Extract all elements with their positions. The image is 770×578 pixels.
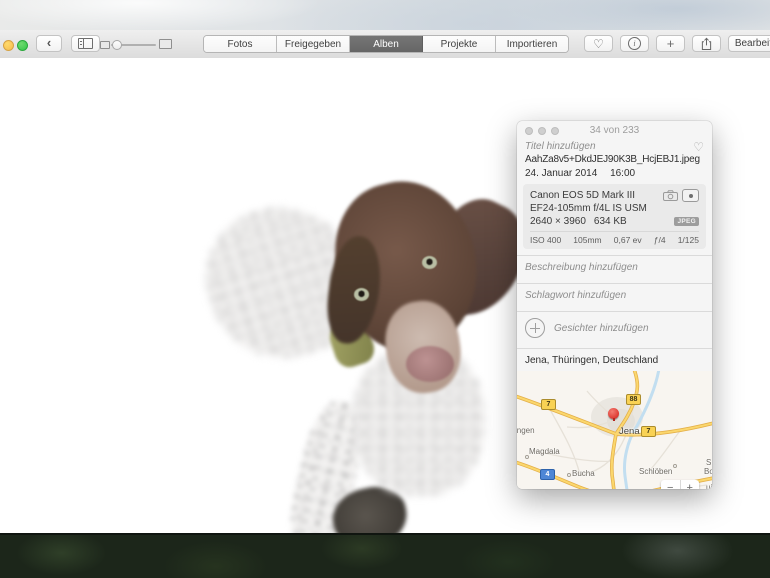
tab-alben[interactable]: Alben (350, 36, 423, 52)
thumbnail-zoom-slider[interactable] (100, 38, 172, 50)
capture-time: 16:00 (610, 168, 636, 179)
dog-eye (422, 256, 437, 269)
desktop-wallpaper-sky (0, 0, 770, 30)
tab-fotos[interactable]: Fotos (204, 36, 277, 52)
map-label: Bo (704, 467, 712, 476)
map-city-label: Jena (619, 426, 640, 437)
map-label: ui (706, 483, 712, 489)
faces-row[interactable]: Gesichter hinzufügen (517, 311, 712, 343)
info-icon: i (628, 37, 641, 50)
add-faces-icon[interactable] (525, 318, 545, 338)
tab-projekte[interactable]: Projekte (423, 36, 496, 52)
location-map[interactable]: ingen Magdala Bucha Schlöben Laasdorf S … (517, 371, 712, 489)
exif-ev: 0,67 ev (613, 235, 642, 245)
camera-model: Canon EOS 5D Mark III (530, 190, 636, 201)
capture-datetime: 24. Januar 2014 16:00 (517, 166, 712, 184)
exif-shutter: 1/125 (677, 235, 699, 245)
split-view-icon (78, 38, 93, 49)
photos-app-window: ‹ Fotos Freigegeben Alben Projekte Impor… (0, 30, 770, 578)
large-thumbnails-icon (159, 39, 172, 49)
favorite-button[interactable]: ♡ (584, 35, 613, 52)
camera-info-card: Canon EOS 5D Mark III EF24-105mm f/4L IS… (523, 184, 706, 249)
keyword-field[interactable]: Schlagwort hinzufügen (525, 290, 626, 301)
road-shield: 7 (541, 399, 556, 410)
exif-row: ISO 400 105mm 0,67 ev ƒ/4 1/125 (530, 231, 699, 245)
format-badge: JPEG (674, 217, 699, 226)
map-zoom-out-button[interactable]: − (661, 480, 681, 489)
filename: AahZa8v5+DkdJEJ90K3B_HcjEBJ1.jpeg (525, 154, 700, 165)
road-shield: 4 (540, 469, 555, 480)
exif-aperture: ƒ/4 (653, 235, 666, 245)
info-panel-header[interactable]: 34 von 233 (517, 121, 712, 138)
map-town-dot (673, 464, 677, 468)
road-shield: 7 (641, 426, 656, 437)
edit-button[interactable]: Bearbeiten (728, 35, 770, 52)
image-dimensions: 2640 × 3960 (530, 216, 586, 227)
add-button[interactable]: + (656, 35, 685, 52)
map-label: ingen (517, 426, 535, 435)
map-label: Magdala (529, 447, 560, 456)
map-zoom-in-button[interactable]: + (681, 480, 700, 489)
share-icon (701, 37, 712, 50)
file-size: 634 KB (593, 216, 627, 227)
lens-info-button[interactable] (682, 189, 699, 202)
camera-icon (663, 190, 678, 201)
view-segmented-control: Fotos Freigegeben Alben Projekte Importi… (203, 35, 569, 53)
toolbar: ‹ Fotos Freigegeben Alben Projekte Impor… (0, 30, 770, 59)
traffic-light-zoom[interactable] (17, 40, 28, 51)
traffic-light-minimize[interactable] (3, 40, 14, 51)
faces-field: Gesichter hinzufügen (554, 322, 649, 334)
lens-model: EF24-105mm f/4L IS USM (530, 203, 647, 214)
capture-date: 24. Januar 2014 (525, 168, 598, 179)
tab-freigegeben[interactable]: Freigegeben (277, 36, 350, 52)
map-label: S (706, 458, 712, 467)
tab-importieren[interactable]: Importieren (496, 36, 568, 52)
dog-photo (188, 88, 543, 533)
photo-counter: 34 von 233 (589, 125, 640, 136)
chevron-left-icon: ‹ (46, 35, 52, 50)
split-view-button[interactable] (71, 35, 100, 52)
slider-thumb[interactable] (112, 39, 122, 50)
info-button[interactable]: i (620, 35, 649, 52)
dog-eye (354, 288, 369, 301)
exif-focal: 105mm (573, 235, 602, 245)
location-text: Jena, Thüringen, Deutschland (525, 355, 659, 366)
plus-icon: + (666, 36, 675, 51)
description-field[interactable]: Beschreibung hinzufügen (525, 262, 638, 273)
exif-iso: ISO 400 (530, 235, 562, 245)
map-town-dot (567, 473, 571, 477)
back-button[interactable]: ‹ (36, 35, 62, 52)
map-label: Schlöben (639, 467, 673, 476)
dog-nose (406, 346, 454, 382)
next-photo-forest[interactable] (0, 533, 770, 578)
screenshot-root: ‹ Fotos Freigegeben Alben Projekte Impor… (0, 0, 770, 578)
share-button[interactable] (692, 35, 721, 52)
small-thumbnails-icon (100, 41, 110, 49)
title-field[interactable]: Titel hinzufügen (525, 141, 596, 152)
panel-heart-icon[interactable]: ♡ (693, 141, 704, 153)
map-label: Bucha (572, 469, 595, 478)
road-shield: 88 (626, 394, 641, 405)
heart-icon: ♡ (593, 36, 604, 51)
info-panel: 34 von 233 Titel hinzufügen ♡ AahZa8v5+D… (517, 121, 712, 489)
map-zoom-control: − + (661, 480, 699, 489)
map-pin (608, 408, 619, 421)
